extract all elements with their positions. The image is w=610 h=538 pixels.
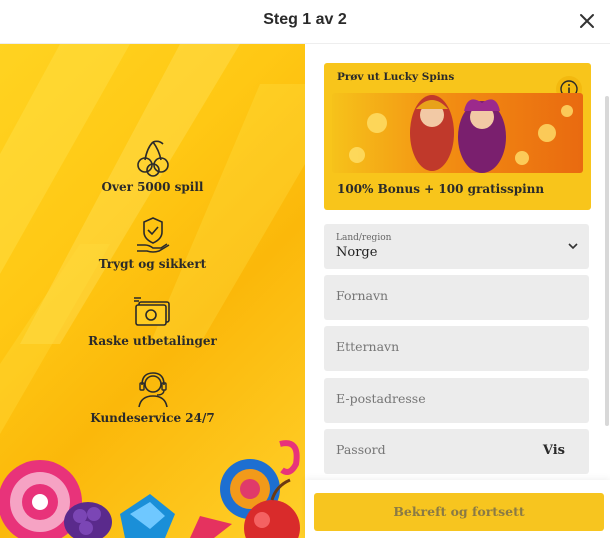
first-name-placeholder: Fornavn: [336, 288, 389, 303]
promo-card[interactable]: Prøv ut Lucky Spins 100% Bonus + 100 gra…: [324, 63, 591, 210]
password-field[interactable]: Passord Vis: [324, 429, 589, 474]
email-field[interactable]: E-postadresse: [324, 378, 589, 423]
feature-payouts: Raske utbetalinger: [0, 292, 305, 348]
show-password-button[interactable]: Vis: [543, 443, 565, 458]
headset-icon: [137, 372, 168, 408]
feature-label: Raske utbetalinger: [88, 334, 217, 348]
country-select[interactable]: Land/region Norge: [324, 224, 589, 269]
country-label: Land/region: [336, 233, 392, 243]
feature-security: Trygt og sikkert: [0, 215, 305, 271]
scrollbar[interactable]: [605, 96, 609, 426]
feature-support: Kundeservice 24/7: [0, 369, 305, 425]
email-placeholder: E-postadresse: [336, 391, 426, 406]
cherries-icon: [136, 140, 169, 177]
form-footer: Bekreft og fortsett: [305, 480, 610, 538]
confirm-continue-button[interactable]: Bekreft og fortsett: [314, 493, 604, 531]
promo-banner-image: [332, 93, 583, 173]
country-value: Norge: [336, 245, 378, 260]
last-name-field[interactable]: Etternavn: [324, 326, 589, 371]
chevron-down-icon: [568, 243, 578, 250]
password-placeholder: Passord: [336, 442, 386, 457]
first-name-field[interactable]: Fornavn: [324, 275, 589, 320]
feature-label: Trygt og sikkert: [98, 257, 207, 271]
feature-label: Over 5000 spill: [101, 180, 204, 194]
shield-hand-icon: [136, 217, 169, 253]
signup-form-panel: Prøv ut Lucky Spins 100% Bonus + 100 gra…: [305, 44, 610, 538]
feature-label: Kundeservice 24/7: [90, 411, 215, 425]
step-title: Steg 1 av 2: [263, 11, 347, 28]
close-icon[interactable]: [578, 12, 596, 30]
modal-header: Steg 1 av 2: [0, 0, 610, 44]
promo-bonus-text: 100% Bonus + 100 gratisspinn: [337, 182, 545, 196]
money-icon: [133, 297, 170, 326]
feature-games: Over 5000 spill: [0, 138, 305, 194]
last-name-placeholder: Etternavn: [336, 339, 400, 354]
background-decoration: [0, 44, 305, 538]
promo-title: Prøv ut Lucky Spins: [337, 71, 455, 83]
features-panel: Over 5000 spill Trygt og sikkert Raske u…: [0, 44, 305, 538]
